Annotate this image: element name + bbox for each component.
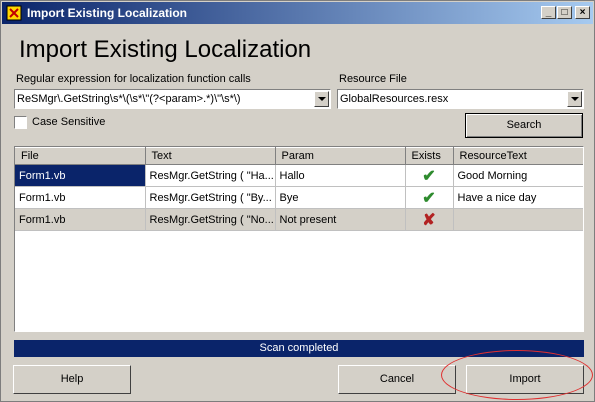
column-header-text[interactable]: Text (145, 147, 276, 165)
maximize-button[interactable]: □ (557, 6, 572, 19)
check-icon: ✔ (422, 167, 436, 185)
cell-text[interactable]: ResMgr.GetString ( "No... (145, 208, 276, 231)
check-icon: ✔ (422, 189, 436, 207)
column-header-exists[interactable]: Exists (405, 147, 454, 165)
cell-text[interactable]: ResMgr.GetString ( "By... (145, 186, 276, 209)
cell-param[interactable]: Not present (275, 208, 406, 231)
cell-resource-text[interactable] (453, 208, 583, 231)
grid-header-row: File Text Param Exists ResourceText (15, 147, 583, 165)
page-title: Import Existing Localization (19, 36, 312, 63)
cell-resource-text[interactable]: Have a nice day (453, 186, 583, 209)
app-icon (6, 5, 22, 21)
regex-label: Regular expression for localization func… (16, 73, 251, 85)
help-button[interactable]: Help (13, 365, 131, 394)
cell-exists[interactable]: ✔ (405, 186, 454, 209)
cell-param[interactable]: Bye (275, 186, 406, 209)
title-bar[interactable]: Import Existing Localization _ □ × (2, 2, 593, 24)
window-title: Import Existing Localization (27, 6, 188, 20)
case-sensitive-label: Case Sensitive (32, 116, 106, 128)
resource-file-value: GlobalResources.resx (340, 93, 449, 105)
table-row[interactable]: Form1.vb ResMgr.GetString ( "By... Bye ✔… (15, 186, 583, 209)
column-header-param[interactable]: Param (275, 147, 406, 165)
results-grid[interactable]: File Text Param Exists ResourceText Form… (14, 146, 584, 332)
cell-text[interactable]: ResMgr.GetString ( "Ha... (145, 164, 276, 187)
cell-file[interactable]: Form1.vb (15, 186, 146, 209)
close-button[interactable]: × (575, 6, 590, 19)
cross-icon: ✘ (422, 211, 436, 229)
regex-combobox[interactable]: ReSMgr\.GetString\s*\(\s*\"(?<param>.*)\… (14, 89, 331, 109)
search-button-label: Search (506, 119, 542, 131)
column-header-resource-text[interactable]: ResourceText (453, 147, 583, 165)
regex-dropdown-icon[interactable] (314, 91, 329, 107)
import-dialog: Import Existing Localization _ □ × Impor… (0, 0, 595, 402)
column-header-file[interactable]: File (15, 147, 146, 165)
cell-file[interactable]: Form1.vb (15, 164, 146, 187)
cell-exists[interactable]: ✔ (405, 164, 454, 187)
resource-file-combobox[interactable]: GlobalResources.resx (337, 89, 584, 109)
highlight-ellipse (441, 350, 593, 400)
minimize-button[interactable]: _ (541, 6, 556, 19)
regex-value: ReSMgr\.GetString\s*\(\s*\"(?<param>.*)\… (17, 93, 241, 105)
resource-dropdown-icon[interactable] (567, 91, 582, 107)
cancel-button-label: Cancel (379, 373, 415, 385)
help-button-label: Help (60, 373, 84, 385)
cell-exists[interactable]: ✘ (405, 208, 454, 231)
cell-file[interactable]: Form1.vb (15, 208, 146, 231)
case-sensitive-checkbox[interactable] (14, 116, 27, 129)
cancel-button[interactable]: Cancel (338, 365, 456, 394)
cell-resource-text[interactable]: Good Morning (453, 164, 583, 187)
table-row[interactable]: Form1.vb ResMgr.GetString ( "Ha... Hallo… (15, 164, 583, 187)
search-button[interactable]: Search (465, 113, 583, 138)
table-row[interactable]: Form1.vb ResMgr.GetString ( "No... Not p… (15, 208, 583, 231)
resource-file-label: Resource File (339, 73, 407, 85)
cell-param[interactable]: Hallo (275, 164, 406, 187)
